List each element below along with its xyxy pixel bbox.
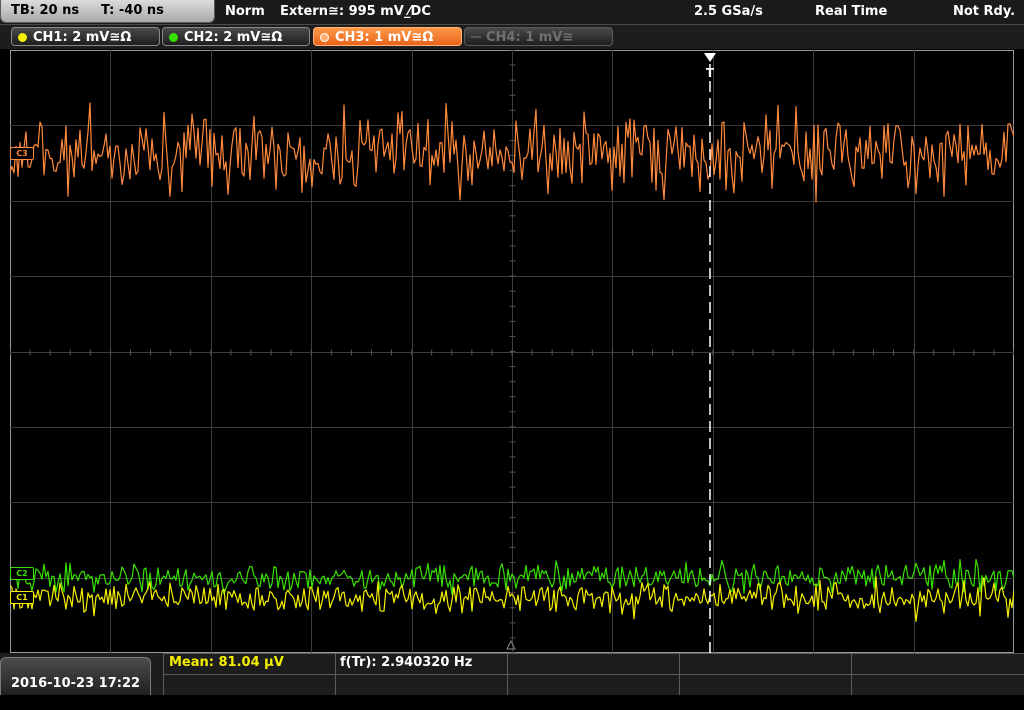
ch1-offset-marker[interactable]: C1 <box>10 591 34 604</box>
tab-ch3[interactable]: CH3: 1 mV≅Ω <box>313 27 462 46</box>
waveform-canvas[interactable]: T <box>10 50 1014 653</box>
acquisition-mode[interactable]: Real Time <box>815 0 887 24</box>
trigger-time-readout: T: -40 ns <box>101 3 164 18</box>
frequency-measurement: f(Tr): 2.940320 Hz <box>340 655 473 670</box>
channel-tabs: CH1: 2 mV≅Ω CH2: 2 mV≅Ω CH3: 1 mV≅Ω CH4:… <box>0 25 1024 49</box>
tab-ch4-label: CH4: 1 mV≅ <box>486 30 574 45</box>
trigger-source[interactable]: Extern≅: 995 mV ⁄̲DC <box>280 0 431 24</box>
sample-rate: 2.5 GSa/s <box>694 4 763 19</box>
tab-ch1[interactable]: CH1: 2 mV≅Ω <box>11 27 160 46</box>
ch1-led-icon <box>18 33 27 42</box>
tab-ch2-label: CH2: 2 mV≅Ω <box>184 30 283 45</box>
bottom-bar: 2016-10-23 17:22 Mean: 81.04 µV f(Tr): 2… <box>0 653 1024 695</box>
timebase-readout: TB: 20 ns <box>11 3 80 18</box>
mean-measurement: Mean: 81.04 µV <box>169 655 284 670</box>
ch2-offset-marker[interactable]: C2 <box>10 567 34 580</box>
datetime-box: 2016-10-23 17:22 <box>0 657 151 695</box>
ch3-offset-marker[interactable]: C3 <box>10 147 34 160</box>
measurement-panel[interactable]: Mean: 81.04 µV f(Tr): 2.940320 Hz <box>163 653 1024 695</box>
trigger-label: T <box>706 66 715 80</box>
status-bar: TB: 20 ns T: -40 ns Norm Extern≅: 995 mV… <box>0 0 1024 25</box>
tab-ch3-label: CH3: 1 mV≅Ω <box>335 30 434 45</box>
timebase-box[interactable]: TB: 20 ns T: -40 ns <box>0 0 215 23</box>
tab-ch4[interactable]: CH4: 1 mV≅ <box>464 27 613 46</box>
waveform-display[interactable]: T C3 C2 C1 <box>10 50 1014 653</box>
status-readout: Not Rdy. <box>953 4 1016 19</box>
ch2-led-icon <box>169 33 178 42</box>
trigger-mode[interactable]: Norm <box>225 0 265 24</box>
datetime-readout: 2016-10-23 17:22 <box>10 676 141 691</box>
measurement-grid <box>163 653 1024 695</box>
tab-ch1-label: CH1: 2 mV≅Ω <box>33 30 132 45</box>
tab-ch2[interactable]: CH2: 2 mV≅Ω <box>162 27 310 46</box>
ch4-led-icon <box>471 36 481 38</box>
ch3-led-icon <box>320 33 329 42</box>
